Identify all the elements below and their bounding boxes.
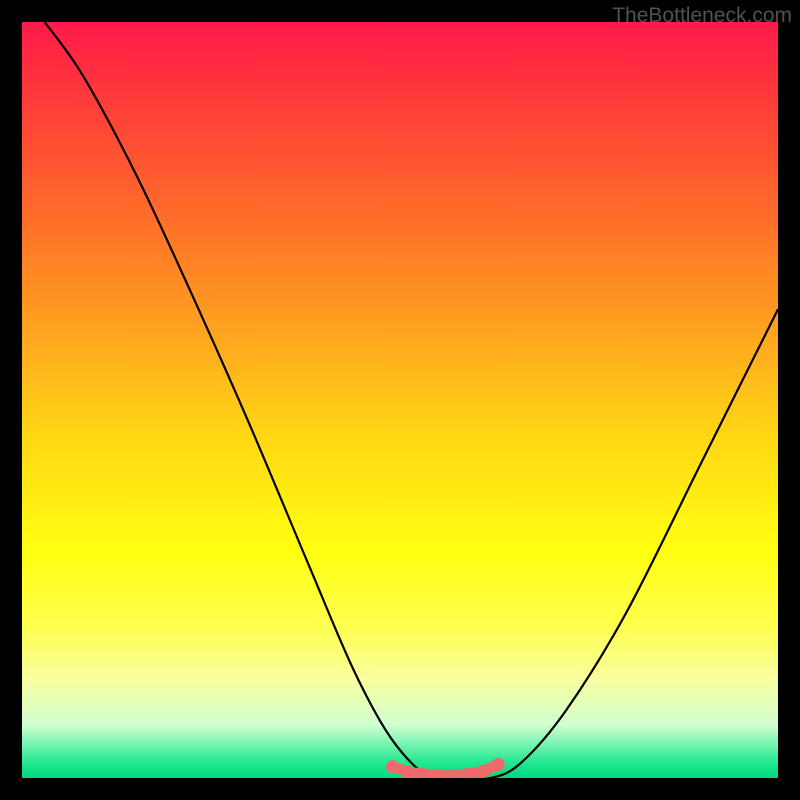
watermark-text: TheBottleneck.com [612,4,792,28]
plot-gradient-background [22,22,778,778]
